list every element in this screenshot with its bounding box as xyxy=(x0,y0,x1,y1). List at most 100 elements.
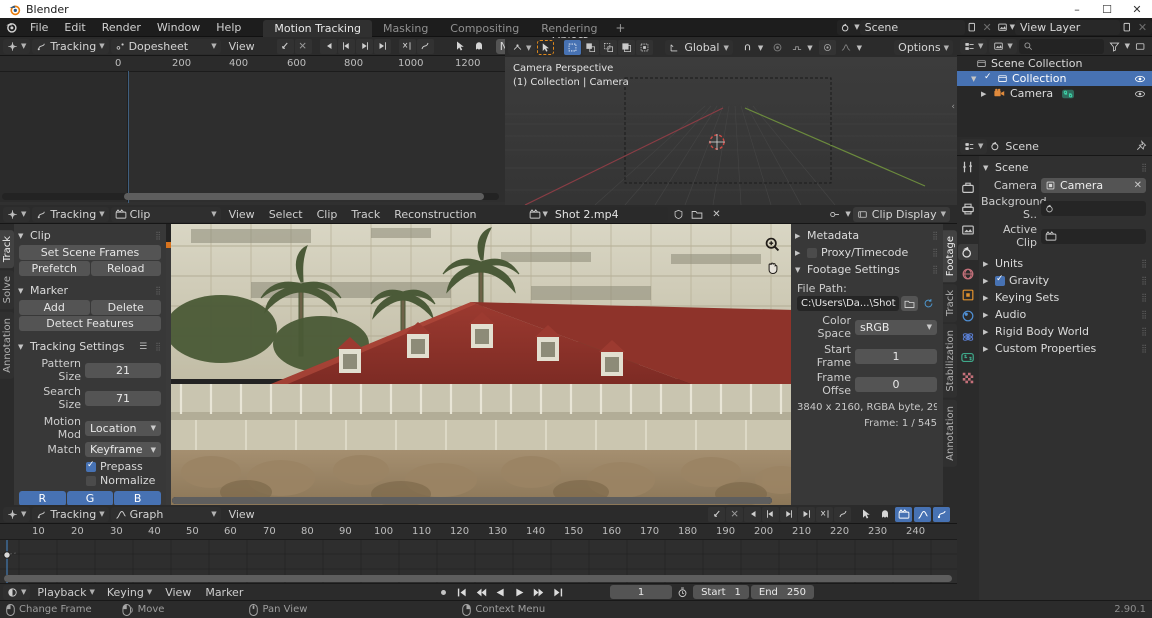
workspace-tab-motion-tracking[interactable]: Motion Tracking xyxy=(263,20,372,37)
channel-r-button[interactable]: R xyxy=(19,491,66,505)
dopesheet-channel-area[interactable] xyxy=(0,72,505,202)
graph-show-clip-icon[interactable] xyxy=(895,507,912,522)
graph-hscrollbar[interactable] xyxy=(4,575,952,582)
properties-section-rigid-body-world[interactable]: ▶ Rigid Body World ⣿ xyxy=(979,323,1152,340)
proportional-falloff-icon[interactable] xyxy=(819,40,836,55)
clip-display-dropdown[interactable]: Clip Display ▼ xyxy=(853,207,950,222)
properties-section-audio[interactable]: ▶ Audio ⣿ xyxy=(979,306,1152,323)
browse-file-folder-icon[interactable] xyxy=(901,296,918,311)
clip-menu-clip[interactable]: Clip xyxy=(311,205,344,224)
clip-editor-type-button[interactable]: ▼ xyxy=(3,207,30,222)
clip-mode-button[interactable]: Tracking ▼ xyxy=(32,207,108,222)
proxy-enable-checkbox[interactable] xyxy=(807,248,817,258)
object-icon[interactable] xyxy=(961,288,975,302)
clip-view-mode-button[interactable]: Clip ▼ xyxy=(111,207,221,222)
timeline-menu-view[interactable]: View xyxy=(159,583,197,602)
detect-features-button[interactable]: Detect Features xyxy=(19,316,161,331)
channel-b-button[interactable]: B xyxy=(114,491,161,505)
add-marker-button[interactable]: Add xyxy=(19,300,90,315)
clip-tab-annotation[interactable]: Annotation xyxy=(0,312,14,379)
refine-markers-icon[interactable] xyxy=(295,39,312,54)
clear-camera-icon[interactable]: ✕ xyxy=(1134,180,1142,191)
end-frame-control[interactable]: End 250 xyxy=(751,585,814,599)
clip-browse-icon[interactable] xyxy=(529,209,541,219)
normalize-checkbox[interactable] xyxy=(86,476,96,486)
clip-hscrollbar[interactable] xyxy=(172,497,772,504)
eye-icon[interactable] xyxy=(1134,73,1146,85)
outliner-row-collection[interactable]: ▼ Collection xyxy=(957,71,1152,86)
next-keyframe-icon[interactable] xyxy=(530,585,547,600)
color-space-dropdown[interactable]: sRGB ▼ xyxy=(855,320,937,335)
start-frame-field[interactable]: 1 xyxy=(855,349,937,364)
start-frame-control[interactable]: Start 1 xyxy=(693,585,749,599)
play-icon[interactable] xyxy=(511,585,528,600)
dopesheet-sort-dropdown[interactable]: Name ▼ xyxy=(496,39,505,54)
gravity-checkbox[interactable] xyxy=(995,276,1005,286)
proportional-edit-icon[interactable] xyxy=(769,40,786,55)
prefetch-button[interactable]: Prefetch xyxy=(19,261,90,276)
snap-increment-icon[interactable] xyxy=(788,40,805,55)
select-subtract-mode-icon[interactable] xyxy=(600,40,617,55)
clip-rtab-annotation[interactable]: Annotation xyxy=(943,400,957,467)
pin-icon[interactable] xyxy=(1132,139,1149,154)
new-scene-icon[interactable] xyxy=(965,20,980,35)
graph-canvas[interactable] xyxy=(0,540,957,583)
dopesheet-mode-button[interactable]: Tracking ▼ xyxy=(32,39,108,54)
file-path-field[interactable]: C:\Users\Da...\Shot 2.mp4 xyxy=(797,296,899,311)
metadata-panel-header[interactable]: ▶ Metadata ⣿ xyxy=(791,227,943,244)
search-size-field[interactable]: 71 xyxy=(85,391,161,406)
view-layer-browse-icon[interactable] xyxy=(995,20,1010,35)
clip-rtab-stabilization[interactable]: Stabilization xyxy=(943,324,957,398)
render-icon[interactable] xyxy=(961,181,975,195)
tracking-presets-icon[interactable]: ☰ xyxy=(139,342,147,352)
select-box-tool-icon[interactable] xyxy=(537,40,554,55)
properties-scene-panel-header[interactable]: ▼ Scene ⣿ xyxy=(979,159,1152,176)
graph-cursor-icon[interactable] xyxy=(857,507,874,522)
prepass-checkbox[interactable] xyxy=(86,462,96,472)
dopesheet-menu-view[interactable]: View xyxy=(223,37,261,56)
clip-menu-select[interactable]: Select xyxy=(263,205,309,224)
snap-magnet-icon[interactable] xyxy=(739,40,756,55)
clip-tab-solve[interactable]: Solve xyxy=(0,270,14,309)
view-layer-chevron-down-icon[interactable]: ▼ xyxy=(1010,23,1015,31)
outliner-filter-icon[interactable] xyxy=(1106,39,1123,54)
graph-join-icon[interactable] xyxy=(834,507,851,522)
workspace-tab-masking[interactable]: Masking xyxy=(372,20,439,37)
active-clip-field[interactable] xyxy=(1041,229,1146,244)
falloff-curve-icon[interactable] xyxy=(838,40,855,55)
delete-marker-button[interactable]: Delete xyxy=(91,300,162,315)
graph-clear-after-icon[interactable] xyxy=(816,507,833,522)
workspace-tab-compositing[interactable]: Compositing xyxy=(439,20,530,37)
close-button[interactable]: ✕ xyxy=(1122,0,1152,18)
viewport-options-dropdown[interactable]: Options ▼ xyxy=(894,40,953,55)
select-extend-mode-icon[interactable] xyxy=(582,40,599,55)
outliner-row-camera[interactable]: ▶ Camera xyxy=(957,86,1152,101)
use-preview-range-icon[interactable] xyxy=(674,585,691,600)
clip-rtab-track[interactable]: Track xyxy=(943,284,957,322)
track-backwards-end-icon[interactable] xyxy=(320,39,337,54)
properties-section-custom-properties[interactable]: ▶ Custom Properties ⣿ xyxy=(979,340,1152,357)
clip-panel-header[interactable]: ▼ Clip ⣿ xyxy=(14,227,166,244)
match-dropdown[interactable]: Keyframe ▼ xyxy=(85,442,161,457)
outliner-row-scene-collection[interactable]: Scene Collection xyxy=(957,56,1152,71)
reload-clip-icon[interactable] xyxy=(920,296,937,311)
scene-browse-chevron-down-icon[interactable]: ▼ xyxy=(854,23,859,31)
tracking-settings-panel-header[interactable]: ▼ Tracking Settings ☰ ⣿ xyxy=(14,338,166,355)
graph-show-curves-icon[interactable] xyxy=(914,507,931,522)
proxy-timecode-panel-header[interactable]: ▶ Proxy/Timecode ⣿ xyxy=(791,244,943,261)
delete-scene-icon[interactable]: ✕ xyxy=(980,20,995,35)
clear-track-path-icon[interactable] xyxy=(277,39,294,54)
outliner-display-mode-button[interactable]: ▼ xyxy=(989,39,1016,54)
timeline-menu-marker[interactable]: Marker xyxy=(199,583,249,602)
properties-section-keying-sets[interactable]: ▶ Keying Sets ⣿ xyxy=(979,289,1152,306)
scene-name-field[interactable]: Scene xyxy=(860,20,965,35)
clip-rtab-footage[interactable]: Footage xyxy=(943,230,957,282)
clear-after-icon[interactable] xyxy=(399,39,416,54)
blender-logo-icon[interactable] xyxy=(0,18,22,37)
zoom-icon[interactable] xyxy=(764,236,781,253)
transform-orientation-dropdown[interactable]: Global ▼ xyxy=(665,40,732,55)
unlink-clip-icon[interactable]: ✕ xyxy=(708,207,725,222)
marker-panel-header[interactable]: ▼ Marker ⣿ xyxy=(14,282,166,299)
filter-cursor-icon[interactable] xyxy=(452,39,469,54)
scene-browse-icon[interactable] xyxy=(839,20,854,35)
